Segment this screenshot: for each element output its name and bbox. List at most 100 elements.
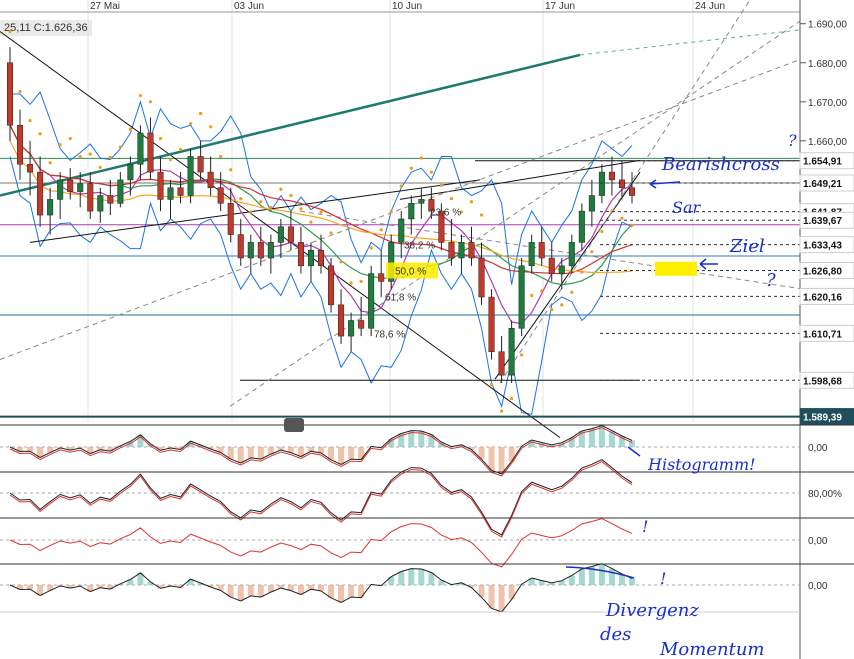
- candle-body: [458, 242, 465, 259]
- candle-body: [187, 156, 194, 196]
- price-tick-label: 1.670,00: [808, 98, 847, 109]
- sar-dot: [309, 220, 313, 224]
- candle-body: [6, 62, 14, 126]
- sar-dot: [108, 155, 112, 159]
- sar-dot: [439, 183, 443, 187]
- candle-body: [277, 226, 284, 243]
- handwritten-annotation: ?: [766, 270, 776, 291]
- histogram-bar: [508, 585, 515, 600]
- histogram-bar: [498, 585, 505, 612]
- histogram-bar: [257, 585, 264, 598]
- target-highlight: [655, 261, 697, 276]
- rising-support: [494, 171, 641, 380]
- candle-body: [287, 226, 294, 243]
- sar-dot: [389, 210, 393, 214]
- sar-dot: [38, 132, 42, 136]
- candle-body: [448, 242, 455, 259]
- candle-body: [167, 187, 174, 200]
- histogram-bar: [237, 585, 244, 601]
- candle-body: [588, 195, 595, 212]
- histogram-bar: [247, 585, 254, 596]
- sar-dot: [289, 193, 293, 198]
- sar-dot: [28, 118, 32, 123]
- fib-label: 23,6 %: [430, 208, 461, 219]
- sar-dot: [158, 136, 163, 141]
- price-marker-label: 1.654,91: [803, 157, 842, 168]
- sar-dot: [88, 152, 92, 156]
- sar-dot: [339, 260, 343, 264]
- histogram-bar: [418, 569, 425, 585]
- histogram-bar: [257, 447, 264, 460]
- sar-dot: [279, 187, 283, 191]
- sar-dot: [590, 250, 594, 254]
- arrow-icon: [699, 258, 718, 270]
- histogram-bar: [608, 568, 615, 585]
- histogram-bar: [237, 447, 244, 463]
- candle-body: [538, 242, 545, 259]
- sar-dot: [48, 161, 52, 165]
- candle-body: [117, 179, 124, 204]
- candle-body: [97, 195, 104, 212]
- panel-tick-label: 80,00%: [808, 489, 842, 500]
- sar-dot: [620, 216, 624, 220]
- arrow-icon: [627, 446, 641, 457]
- sar-dot: [409, 166, 413, 170]
- price-marker-label: 1.649,21: [803, 179, 842, 190]
- sar-dot: [18, 90, 22, 94]
- histogram-bar: [488, 585, 495, 609]
- sar-dot: [168, 158, 173, 162]
- sar-dot: [379, 228, 383, 232]
- handwritten-annotation: Bearishcross: [661, 154, 780, 175]
- handwritten-annotation: des: [600, 624, 631, 645]
- sar-dot: [610, 209, 614, 213]
- sar-dot: [540, 289, 544, 293]
- candle-body: [568, 242, 575, 267]
- candle-body: [317, 249, 325, 267]
- handwritten-annotation: !: [660, 569, 666, 588]
- histogram-bar: [348, 447, 355, 460]
- price-tick-label: 1.690,00: [808, 20, 847, 31]
- indicator-line: [9, 459, 633, 536]
- sar-dot: [249, 210, 253, 214]
- candle-body: [608, 171, 615, 181]
- fib-label: 38,2 %: [404, 241, 435, 252]
- sar-dot: [8, 29, 12, 34]
- histogram-bar: [508, 447, 515, 462]
- handwritten-annotation: Histogramm!: [647, 455, 756, 474]
- sar-dot: [429, 170, 433, 174]
- histogram-bar: [318, 447, 324, 453]
- sar-dot: [259, 200, 263, 204]
- candle-body: [398, 218, 405, 243]
- histogram-bar: [358, 447, 365, 460]
- sar-dot: [269, 205, 273, 209]
- arrow-icon: [649, 179, 681, 189]
- candle-body: [127, 164, 134, 181]
- sar-dot: [319, 210, 323, 214]
- handwritten-annotation: Sar: [672, 198, 702, 217]
- sar-dot: [138, 93, 143, 98]
- candle-body: [247, 242, 254, 259]
- x-tick-label: 10 Jun: [392, 1, 422, 12]
- panel-tick-label: 0,00: [808, 581, 828, 592]
- sar-dot: [349, 281, 353, 285]
- histogram-bar: [578, 568, 585, 585]
- sar-dot: [299, 207, 303, 211]
- candle-body: [508, 328, 515, 376]
- candle-body: [57, 179, 64, 200]
- candle-body: [528, 242, 535, 267]
- histogram-bar: [488, 447, 495, 471]
- histogram-bar: [408, 568, 415, 585]
- candle-body: [498, 351, 505, 376]
- candle-body: [47, 199, 54, 216]
- sar-dot: [209, 125, 213, 129]
- price-chart[interactable]: 23,6 % 38,2 % 50,0 % 61,8 % 78,6 % 27 Mai 03 …: [0, 0, 854, 659]
- histogram-bar: [247, 447, 254, 458]
- sar-dot: [118, 145, 122, 149]
- sar-dot: [68, 136, 72, 141]
- sar-dot: [419, 156, 423, 160]
- candle-body: [558, 265, 565, 274]
- candle-body: [107, 195, 114, 204]
- sar-dot: [499, 409, 504, 413]
- histogram-bar: [307, 585, 314, 590]
- candle-body: [548, 257, 555, 274]
